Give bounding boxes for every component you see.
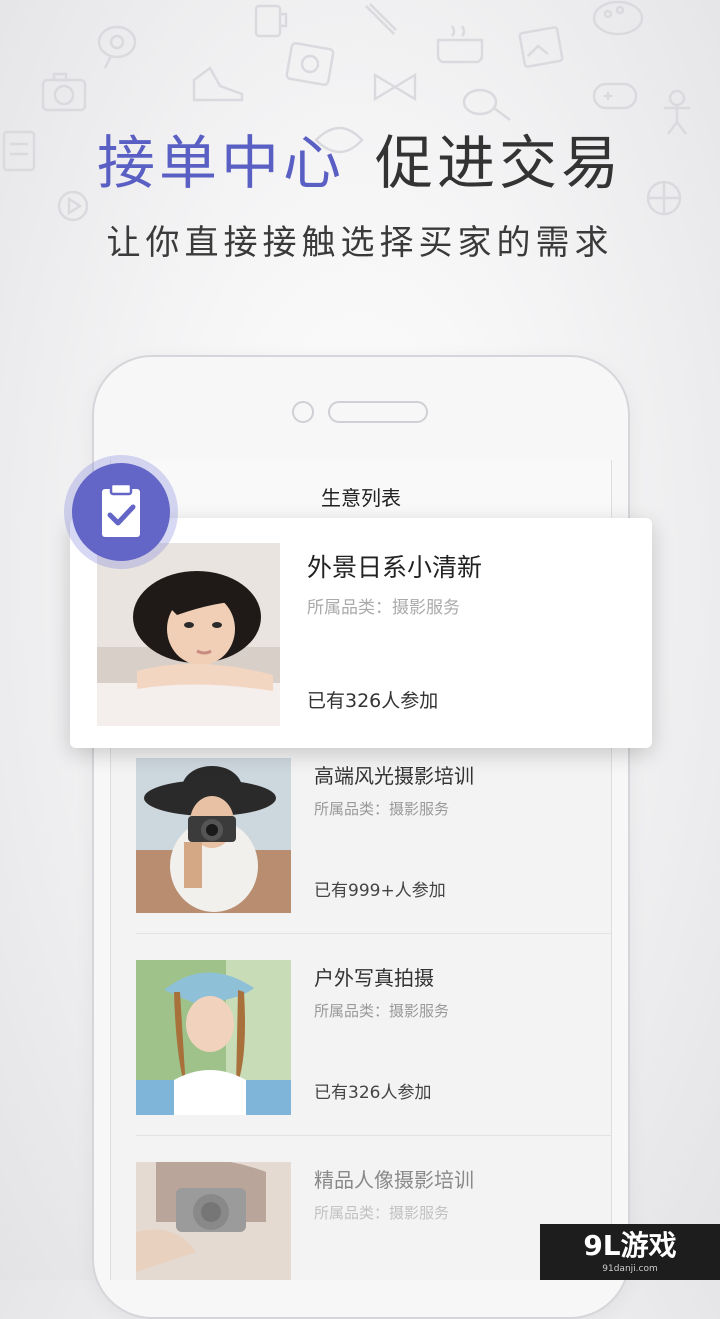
item-participants: 已有326人参加 (314, 1083, 432, 1103)
phone-speaker (328, 401, 428, 423)
item-title: 户外写真拍摄 (314, 966, 434, 990)
row-divider (136, 933, 611, 934)
item-category: 所属品类：摄影服务 (314, 800, 450, 818)
shoe-doodle-icon (192, 66, 244, 102)
headline-rest: 促进交易 (375, 129, 624, 197)
item-participants: 已有999+人参加 (314, 881, 446, 901)
clipboard-check-icon (102, 482, 140, 537)
list-item[interactable]: 户外写真拍摄 所属品类：摄影服务 已有326人参加 (136, 960, 611, 1140)
item-thumbnail (136, 960, 291, 1115)
item-title: 精品人像摄影培训 (314, 1168, 474, 1192)
row-divider (136, 1135, 611, 1136)
item-thumbnail (136, 758, 291, 913)
item-category: 所属品类：摄影服务 (314, 1204, 450, 1222)
item-title: 高端风光摄影培训 (314, 764, 474, 788)
featured-title: 外景日系小清新 (307, 553, 483, 582)
palette-doodle-icon (592, 0, 644, 36)
featured-participants: 已有326人参加 (307, 690, 439, 712)
phone-camera (292, 401, 314, 423)
screen-title: 生意列表 (321, 486, 401, 510)
subheadline: 让你直接接触选择买家的需求 (106, 223, 614, 263)
photo-doodle-icon (285, 42, 335, 86)
site-watermark: 9L游戏 91danji.com (540, 1224, 720, 1280)
clipboard-badge (72, 463, 170, 561)
featured-category: 所属品类：摄影服务 (307, 598, 460, 618)
headline: 接单中心 促进交易 (0, 128, 720, 198)
featured-thumbnail (97, 543, 280, 726)
item-category: 所属品类：摄影服务 (314, 1002, 450, 1020)
meat-doodle-icon (97, 25, 137, 69)
pencil-doodle-icon (365, 3, 397, 35)
camera-doodle-icon (41, 72, 87, 112)
pot-doodle-icon (436, 25, 484, 64)
cup-doodle-icon (254, 4, 288, 38)
item-thumbnail (136, 1162, 291, 1280)
headline-accent: 接单中心 (96, 129, 345, 197)
picture-doodle-icon (518, 26, 564, 68)
drumstick-doodle-icon (462, 88, 511, 121)
bow-doodle-icon (373, 72, 417, 102)
list-item[interactable]: 高端风光摄影培训 所属品类：摄影服务 已有999+人参加 (136, 758, 611, 938)
watermark-logo: 9L游戏 (583, 1229, 677, 1262)
gamepad-doodle-icon (592, 82, 638, 110)
watermark-url: 91danji.com (602, 1264, 658, 1274)
